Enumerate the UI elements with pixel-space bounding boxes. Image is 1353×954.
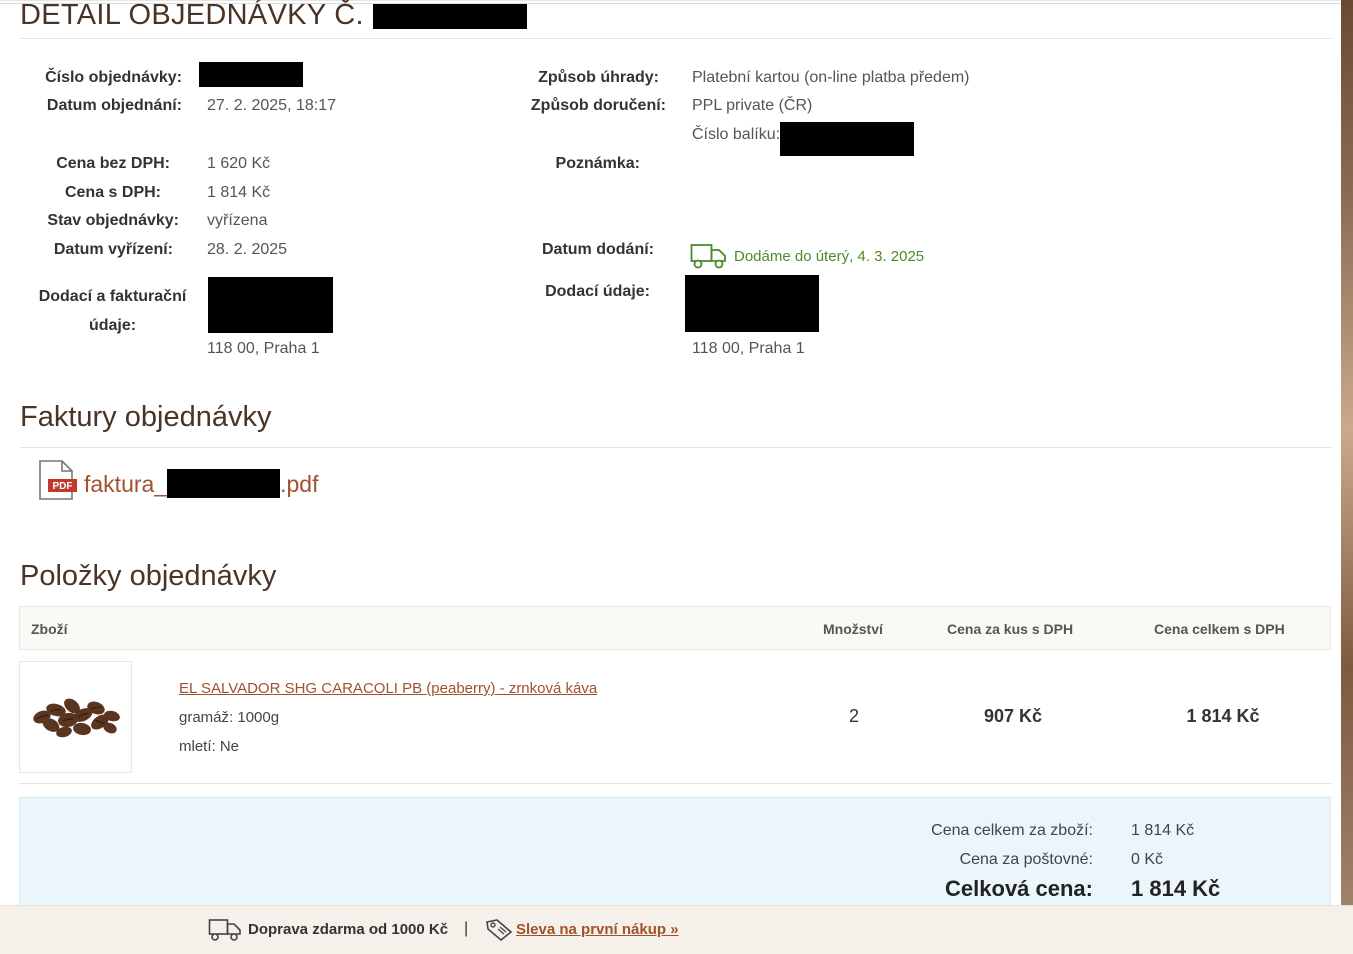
item-unit-price: 907 Kč [983, 706, 1043, 726]
product-image[interactable] [19, 661, 132, 773]
items-table-header: Zboží Množství Cena za kus s DPH Cena ce… [19, 606, 1331, 650]
delivery-date-value: Dodáme do úterý, 4. 3. 2025 [734, 248, 925, 265]
shipping-cost-label: Cena za poštovné: [959, 851, 1093, 868]
goods-total-label: Cena celkem za zboží: [931, 822, 1093, 839]
billing-address-city: 118 00, Praha 1 [207, 340, 320, 357]
delivery-method-label: Způsob doručení: [530, 97, 666, 114]
column-goods: Zboží [31, 621, 68, 637]
footer-separator: | [464, 920, 469, 937]
tag-icon [486, 919, 513, 942]
invoice-download-link[interactable]: faktura_ .pdf [84, 469, 318, 498]
redacted-invoice-number [167, 469, 281, 498]
free-shipping-text: Doprava zdarma od 1000 Kč [248, 921, 449, 938]
coffee-beans-image [33, 698, 120, 738]
items-heading: Položky objednávky [20, 560, 277, 592]
table-row: EL SALVADOR SHG CARACOLI PB (peaberry) -… [19, 660, 1331, 784]
invoice-file-suffix: .pdf [280, 471, 319, 497]
order-detail-page: DETAIL OBJEDNÁVKY Č. Číslo objednávky: D… [0, 0, 1341, 954]
shipping-address-city: 118 00, Praha 1 [692, 340, 805, 357]
order-status-label: Stav objednávky: [47, 212, 179, 229]
pdf-badge-label: PDF [52, 481, 73, 492]
order-number-label: Číslo objednávky: [45, 69, 182, 86]
redacted-order-number-value [199, 62, 303, 87]
invoice-file-prefix: faktura_ [84, 471, 168, 497]
promo-footer-bar: Doprava zdarma od 1000 Kč | Sleva na prv… [0, 905, 1353, 954]
column-total-price: Cena celkem s DPH [1154, 621, 1285, 637]
delivery-method-value: PPL private (ČR) [692, 97, 813, 114]
billing-address-label-line2: údaje: [88, 317, 137, 334]
background-decoration [1341, 0, 1353, 954]
item-quantity: 2 [848, 706, 859, 726]
item-total-price: 1 814 Kč [1186, 706, 1260, 726]
shipping-cost-value: 0 Kč [1131, 851, 1164, 868]
truck-icon [208, 919, 241, 941]
delivery-date-label: Datum dodání: [542, 241, 654, 258]
price-with-vat-value: 1 814 Kč [207, 184, 271, 201]
delivery-truck-icon [690, 244, 726, 269]
order-date-label: Datum objednání: [46, 97, 182, 114]
goods-total-value: 1 814 Kč [1131, 822, 1195, 839]
invoices-heading: Faktury objednávky [20, 401, 272, 433]
shipping-address-label: Dodací údaje: [545, 283, 650, 300]
price-without-vat-label: Cena bez DPH: [56, 155, 170, 172]
price-without-vat-value: 1 620 Kč [207, 155, 271, 172]
grand-total-value: 1 814 Kč [1131, 876, 1221, 901]
first-purchase-discount-link[interactable]: Sleva na první nákup » [516, 921, 679, 938]
package-number-label: Číslo balíku: [692, 126, 781, 143]
invoices-divider [20, 447, 1331, 448]
order-date-value: 27. 2. 2025, 18:17 [207, 97, 336, 114]
column-quantity: Množství [823, 621, 883, 637]
title-divider [20, 38, 1331, 39]
page-title: DETAIL OBJEDNÁVKY Č. [20, 0, 364, 31]
product-weight: gramáž: 1000g [179, 709, 280, 726]
redacted-shipping-address [685, 275, 819, 332]
column-unit-price: Cena za kus s DPH [947, 621, 1074, 637]
grand-total-label: Celková cena: [945, 876, 1093, 901]
price-with-vat-label: Cena s DPH: [64, 184, 161, 201]
payment-method-label: Způsob úhrady: [538, 69, 659, 86]
note-label: Poznámka: [555, 155, 640, 172]
product-grind: mletí: Ne [179, 738, 240, 755]
payment-method-value: Platební kartou (on-line platba předem) [692, 69, 970, 86]
redacted-package-number [780, 122, 914, 156]
redacted-order-number [373, 4, 527, 29]
billing-address-label: Dodací a fakturační údaje: [20, 282, 205, 340]
billing-address-label-line1: Dodací a fakturační [38, 288, 187, 305]
product-name-link[interactable]: EL SALVADOR SHG CARACOLI PB (peaberry) -… [179, 680, 597, 697]
order-status-value: vyřízena [207, 212, 268, 229]
completion-date-label: Datum vyřízení: [53, 241, 173, 258]
redacted-billing-address [208, 277, 333, 333]
completion-date-value: 28. 2. 2025 [207, 241, 288, 258]
